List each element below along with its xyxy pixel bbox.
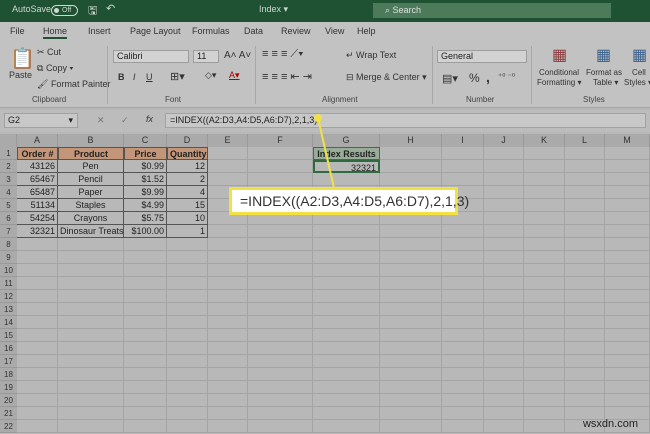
callout-pointer — [314, 114, 335, 189]
callout-line — [317, 117, 335, 189]
watermark: wsxdn.com — [582, 418, 638, 430]
callout-dot — [314, 114, 322, 122]
formula-callout: =INDEX((A2:D3,A4:D5,A6:D7),2,1,3) — [229, 187, 469, 215]
